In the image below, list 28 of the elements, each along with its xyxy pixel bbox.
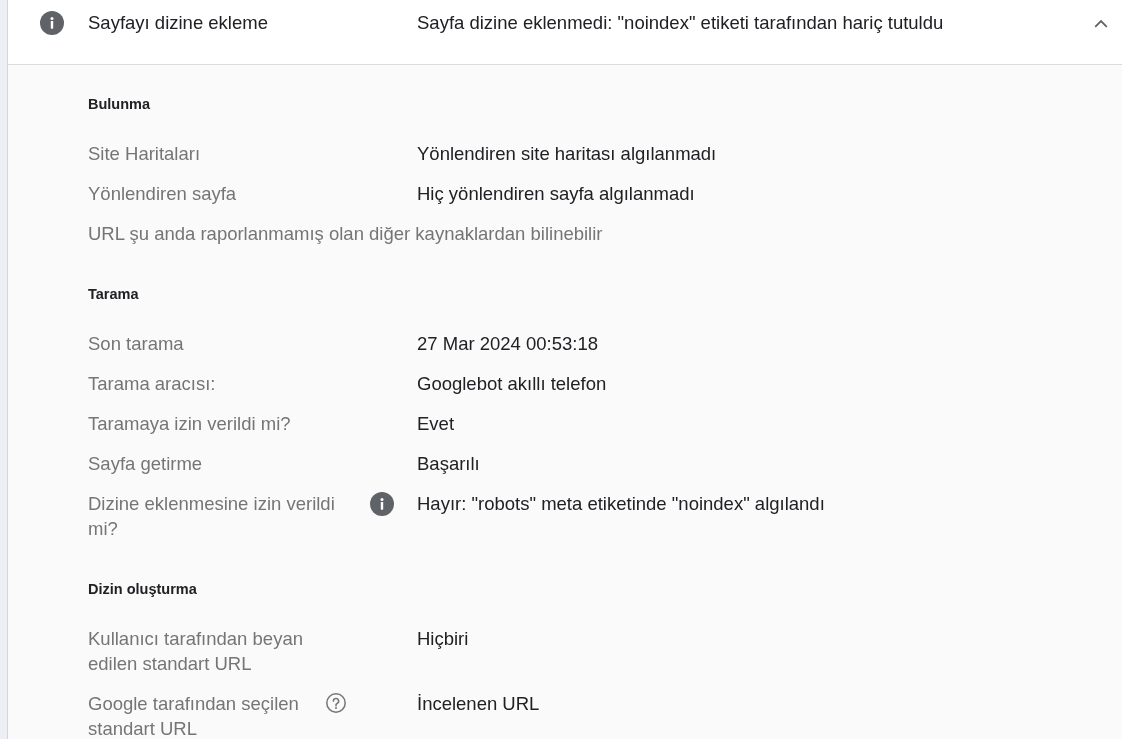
info-icon <box>369 492 394 516</box>
field-label: Taramaya izin verildi mi? <box>88 412 292 436</box>
field-value: Hiç yönlendiren sayfa algılanmadı <box>417 182 695 206</box>
field-label: Yönlendiren sayfa <box>88 182 238 206</box>
field-label: Dizine eklenmesine izin verildi mi? <box>88 492 336 541</box>
field-value: 27 Mar 2024 00:53:18 <box>417 332 599 356</box>
field-label: Google tarafından seçilen standart URL <box>88 692 300 739</box>
section-heading: Tarama <box>88 285 140 304</box>
note-text: URL şu anda raporlanmamış olan diğer kaynaklardan bilinebilir <box>88 222 603 246</box>
field-label: Kullanıcı tarafından beyan edilen standart URL <box>88 627 304 676</box>
index-status-text: Sayfa dizine eklenmedi: "noindex" etiketi tarafından hariç tutuldu <box>417 11 945 35</box>
help-icon[interactable] <box>326 693 346 713</box>
field-value: Hiçbiri <box>417 627 469 651</box>
section-heading: Dizin oluşturma <box>88 580 198 599</box>
field-label: Tarama aracısı: <box>88 372 217 396</box>
field-value: İncelenen URL <box>417 692 540 716</box>
field-value: Başarılı <box>417 452 480 476</box>
field-label: Site Haritaları <box>88 142 202 166</box>
field-label: Son tarama <box>88 332 185 356</box>
field-value: Hayır: "robots" meta etiketinde "noindex" algılandı <box>417 492 825 516</box>
field-label: Sayfa getirme <box>88 452 204 476</box>
field-value: Evet <box>417 412 455 436</box>
field-value: Yönlendiren site haritası algılanmadı <box>417 142 717 166</box>
info-icon <box>40 11 64 35</box>
section-heading: Bulunma <box>88 95 152 114</box>
collapse-chevron-icon[interactable] <box>1094 18 1108 28</box>
field-value: Googlebot akıllı telefon <box>417 372 607 396</box>
panel-title: Sayfayı dizine ekleme <box>88 11 269 35</box>
